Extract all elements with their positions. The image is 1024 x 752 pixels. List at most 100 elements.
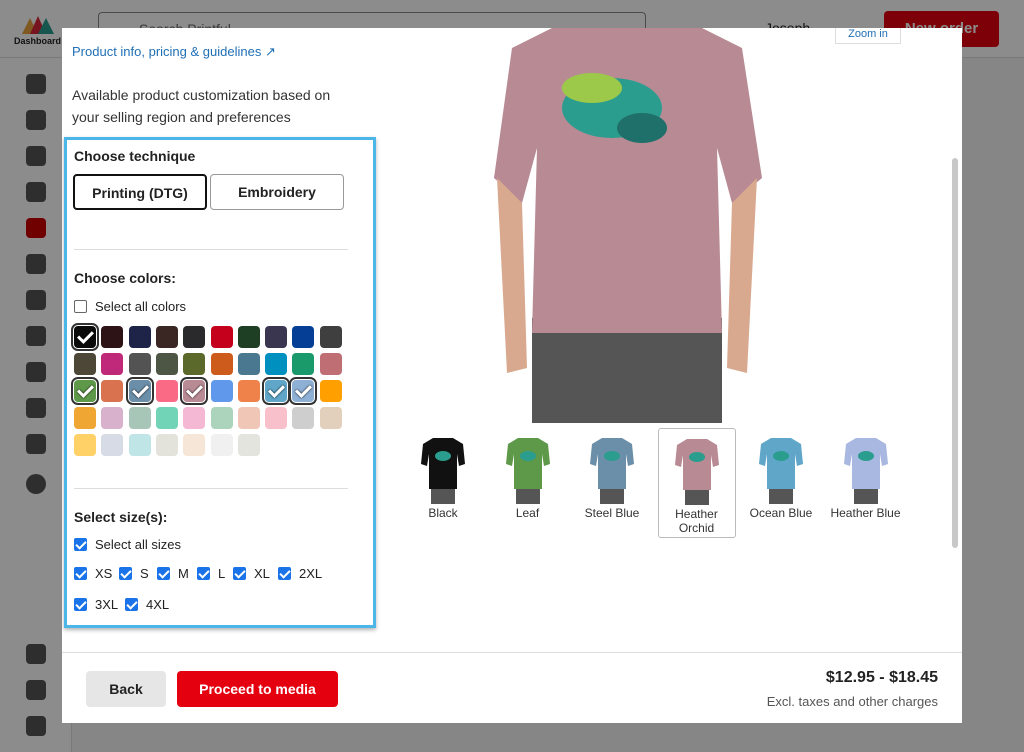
size-checkbox-s[interactable]: S (119, 566, 149, 581)
checkbox[interactable] (233, 567, 246, 580)
select-all-colors-checkbox[interactable]: Select all colors (74, 299, 186, 314)
tshirt-thumbnail-icon (590, 438, 634, 504)
color-thumbnail[interactable]: Ocean Blue (742, 428, 820, 538)
checkbox[interactable] (119, 567, 132, 580)
color-swatch[interactable] (237, 434, 260, 456)
color-swatch[interactable] (128, 326, 151, 348)
color-swatch[interactable] (210, 407, 233, 429)
checkbox[interactable] (197, 567, 210, 580)
tshirt-thumbnail-icon (843, 438, 888, 504)
color-swatch[interactable] (128, 407, 151, 429)
color-swatch[interactable] (128, 353, 151, 375)
checkbox[interactable] (125, 598, 138, 611)
tshirt-thumbnail-icon (674, 439, 719, 505)
color-swatch[interactable] (101, 353, 124, 375)
color-swatch[interactable] (265, 353, 288, 375)
color-swatch[interactable] (101, 326, 124, 348)
checkbox[interactable] (278, 567, 291, 580)
color-thumbnail[interactable]: Steel Blue (573, 428, 651, 538)
color-swatch[interactable] (101, 407, 124, 429)
color-swatch[interactable] (183, 434, 206, 456)
size-checkbox-l[interactable]: L (197, 566, 225, 581)
color-swatch[interactable] (265, 326, 288, 348)
divider (74, 249, 348, 250)
tshirt-thumbnail-icon (759, 438, 803, 504)
zoom-in-button[interactable]: Zoom in (835, 28, 901, 44)
color-thumbnail[interactable]: Heather Orchid (657, 428, 736, 538)
price-range: $12.95 - $18.45 (825, 669, 938, 686)
color-swatch[interactable] (101, 434, 124, 456)
proceed-to-media-button[interactable]: Proceed to media (177, 671, 338, 707)
checkbox[interactable] (157, 567, 170, 580)
product-customization-modal: Product info, pricing & guidelines ↗ Ava… (62, 28, 962, 723)
color-swatch[interactable] (237, 326, 260, 348)
color-swatch[interactable] (319, 326, 342, 348)
color-swatch[interactable] (125, 377, 154, 405)
color-swatch[interactable] (262, 377, 291, 405)
technique-printing-button[interactable]: Printing (DTG) (73, 174, 207, 210)
divider (74, 488, 348, 489)
color-swatch[interactable] (265, 407, 288, 429)
color-swatch[interactable] (74, 353, 96, 375)
checkbox-label: L (218, 566, 226, 581)
checkbox[interactable] (74, 598, 87, 611)
color-swatch[interactable] (183, 407, 206, 429)
color-swatch[interactable] (210, 326, 233, 348)
color-swatch[interactable] (319, 353, 342, 375)
color-swatch[interactable] (292, 353, 315, 375)
color-swatch[interactable] (289, 377, 318, 405)
thumbnail-label: Steel Blue (584, 506, 640, 520)
size-checkbox-4xl[interactable]: 4XL (125, 597, 169, 612)
color-swatch[interactable] (210, 353, 233, 375)
checkbox-label: 4XL (146, 597, 170, 612)
external-link-icon: ↗ (264, 44, 276, 59)
color-swatch[interactable] (292, 407, 315, 429)
size-checkbox-xl[interactable]: XL (233, 566, 270, 581)
checkbox-label: S (140, 566, 149, 581)
color-swatch[interactable] (237, 353, 260, 375)
color-thumbnail[interactable]: Leaf (489, 428, 567, 538)
checkbox[interactable] (74, 567, 87, 580)
color-swatch[interactable] (210, 380, 233, 402)
technique-embroidery-button[interactable]: Embroidery (210, 174, 344, 210)
color-swatch[interactable] (71, 377, 99, 405)
color-thumbnail[interactable]: Heather Blue (827, 428, 905, 538)
color-swatch[interactable] (183, 353, 206, 375)
size-checkbox-m[interactable]: M (157, 566, 189, 581)
thumbnail-label: Leaf (515, 506, 540, 520)
size-checkbox-2xl[interactable]: 2XL (278, 566, 322, 581)
thumbnail-label: Black (428, 506, 458, 520)
color-swatch[interactable] (155, 380, 178, 402)
color-swatch[interactable] (237, 380, 260, 402)
color-thumbnail[interactable]: Black (404, 428, 482, 538)
color-swatch[interactable] (155, 353, 178, 375)
color-swatch[interactable] (319, 407, 342, 429)
select-all-sizes-checkbox[interactable]: Select all sizes (74, 537, 181, 552)
size-checkbox-xs[interactable]: XS (74, 566, 112, 581)
checkbox-label: 3XL (95, 597, 119, 612)
modal-footer: Back Proceed to media $12.95 - $18.45 Ex… (62, 652, 962, 723)
color-swatch[interactable] (155, 407, 178, 429)
color-swatch[interactable] (74, 407, 96, 429)
color-swatch[interactable] (180, 377, 209, 405)
product-info-link[interactable]: Product info, pricing & guidelines ↗ (72, 44, 276, 60)
scrollbar[interactable] (952, 158, 958, 548)
checkbox[interactable] (74, 538, 87, 551)
checkbox-label: 2XL (299, 566, 323, 581)
color-swatch[interactable] (319, 380, 342, 402)
checkbox-label: M (178, 566, 189, 581)
back-button[interactable]: Back (86, 671, 166, 707)
size-checkbox-3xl[interactable]: 3XL (74, 597, 118, 612)
color-swatch[interactable] (183, 326, 206, 348)
color-swatch[interactable] (71, 323, 99, 351)
color-swatch[interactable] (101, 380, 124, 402)
checkbox[interactable] (74, 300, 87, 313)
color-swatch[interactable] (237, 407, 260, 429)
checkbox-label: Select all colors (95, 299, 187, 314)
color-swatch[interactable] (74, 434, 96, 456)
color-swatch[interactable] (210, 434, 233, 456)
color-swatch[interactable] (128, 434, 151, 456)
color-swatch[interactable] (292, 326, 315, 348)
color-swatch[interactable] (155, 326, 178, 348)
color-swatch[interactable] (155, 434, 178, 456)
